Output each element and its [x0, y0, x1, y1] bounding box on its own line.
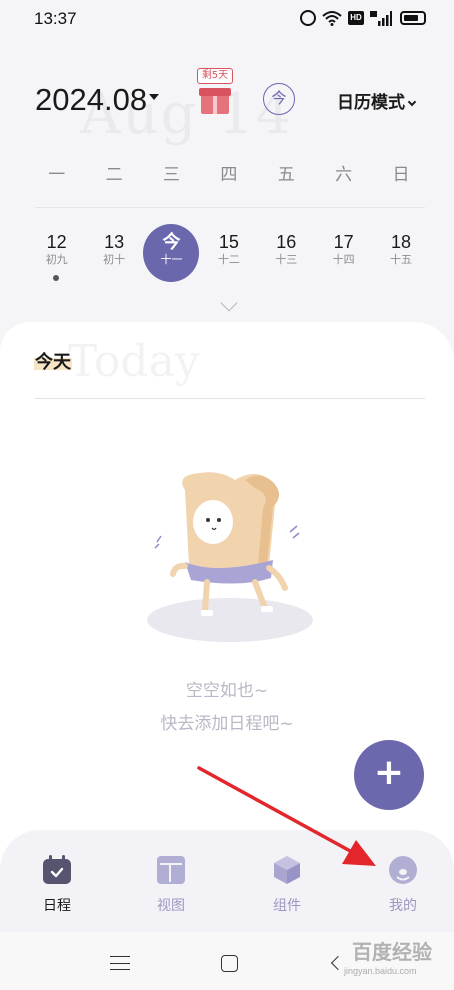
date-cell[interactable]: 15 十二 — [200, 224, 257, 282]
date-lunar: 十三 — [275, 253, 298, 266]
date-day: 15 — [218, 232, 239, 252]
status-bar: 13:37 HD — [0, 0, 454, 40]
week-strip: 12 初九 13 初十 今 十一 15 十二 16 十三 17 十四 18 十五 — [28, 224, 430, 282]
date-cell[interactable]: 13 初十 — [85, 224, 142, 282]
date-day: 13 — [104, 232, 125, 252]
cube-icon — [274, 856, 300, 884]
signal-4g-icon — [370, 11, 392, 26]
month-selector[interactable]: 2024.08 — [35, 82, 147, 118]
nav-label: 组件 — [273, 898, 301, 914]
calendar-icon — [43, 855, 71, 884]
nav-label: 我的 — [389, 898, 417, 914]
gift-box-icon — [199, 88, 231, 114]
date-day: 今 — [162, 232, 181, 252]
site-watermark: 百度经验 — [352, 940, 432, 964]
event-dot — [53, 275, 59, 281]
weekday-label: 日 — [392, 165, 410, 185]
date-lunar: 十四 — [332, 253, 355, 266]
date-lunar: 十二 — [217, 253, 240, 266]
battery-icon — [400, 11, 426, 25]
chevron-down-icon — [407, 97, 417, 107]
menu-icon[interactable] — [110, 956, 130, 970]
caret-down-icon[interactable] — [149, 94, 159, 100]
nav-item-schedule[interactable]: 日程 — [17, 855, 97, 915]
add-schedule-button[interactable]: + — [354, 740, 424, 810]
profile-icon — [389, 856, 417, 884]
date-cell-today[interactable]: 今 十一 — [143, 224, 200, 282]
divider — [35, 398, 425, 399]
status-icons: HD — [300, 10, 426, 26]
divider — [35, 207, 425, 208]
date-cell[interactable]: 17 十四 — [315, 224, 372, 282]
calendar-mode-label: 日历模式 — [337, 93, 405, 113]
gift-countdown-tag: 剩5天 — [197, 68, 233, 84]
today-watermark: Today — [68, 336, 200, 387]
empty-state-text: 空空如也~ — [185, 681, 269, 701]
expand-chevron-icon[interactable] — [220, 294, 238, 312]
empty-state-illustration — [147, 472, 313, 642]
home-icon[interactable] — [221, 955, 238, 972]
date-lunar: 初十 — [103, 253, 126, 266]
weekday-header: 一 二 三 四 五 六 日 — [28, 160, 430, 185]
weekday-label: 一 — [48, 165, 66, 185]
weekday-label: 三 — [162, 165, 180, 185]
alarm-icon — [300, 10, 316, 26]
status-time: 13:37 — [34, 9, 77, 28]
today-button[interactable]: 今 — [263, 83, 295, 115]
weekday-label: 六 — [335, 165, 353, 185]
date-cell[interactable]: 16 十三 — [258, 224, 315, 282]
date-day: 17 — [333, 232, 354, 252]
hd-icon: HD — [348, 11, 364, 25]
weekday-label: 四 — [220, 165, 238, 185]
date-lunar: 十一 — [160, 253, 183, 266]
empty-state-hint: 快去添加日程吧~ — [160, 714, 294, 734]
date-day: 18 — [391, 232, 412, 252]
calendar-mode-dropdown[interactable]: 日历模式 — [337, 88, 417, 113]
weekday-label: 五 — [277, 165, 295, 185]
site-watermark-url: jingyan.baidu.com — [344, 966, 417, 976]
nav-label: 日程 — [43, 898, 71, 914]
nav-item-widgets[interactable]: 组件 — [247, 855, 327, 915]
wifi-icon — [322, 11, 342, 26]
date-cell[interactable]: 18 十五 — [372, 224, 429, 282]
date-lunar: 初九 — [45, 253, 68, 266]
layout-icon — [157, 856, 185, 884]
nav-item-view[interactable]: 视图 — [131, 855, 211, 915]
date-lunar: 十五 — [390, 253, 413, 266]
weekday-label: 二 — [105, 165, 123, 185]
date-day: 16 — [276, 232, 297, 252]
gift-icon[interactable]: 剩5天 — [195, 68, 235, 118]
section-title: 今天 — [35, 352, 71, 373]
nav-item-profile[interactable]: 我的 — [363, 855, 443, 915]
date-cell[interactable]: 12 初九 — [28, 224, 85, 282]
nav-label: 视图 — [157, 898, 185, 914]
date-day: 12 — [46, 232, 67, 252]
